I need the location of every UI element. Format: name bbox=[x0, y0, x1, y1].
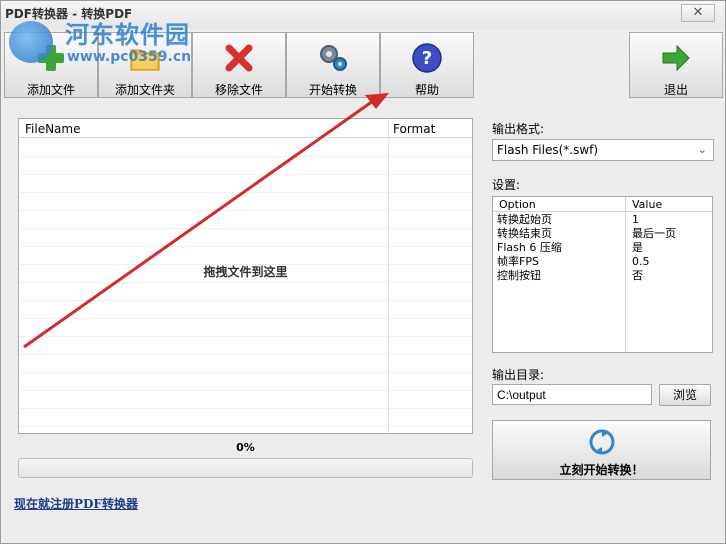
add-file-icon bbox=[38, 45, 64, 71]
settings-row[interactable]: 控制按钮 否 bbox=[493, 269, 712, 283]
option-column-header: Option bbox=[499, 198, 536, 211]
setting-option: Flash 6 压缩 bbox=[497, 241, 562, 254]
output-format-value: Flash Files(*.swf) bbox=[497, 143, 599, 157]
output-dir-label: 输出目录: bbox=[492, 368, 545, 382]
help-button[interactable]: ? 帮助 bbox=[380, 32, 474, 98]
grid-line bbox=[19, 318, 472, 319]
help-icon: ? bbox=[412, 43, 442, 73]
help-label: 帮助 bbox=[414, 83, 439, 97]
settings-row[interactable]: 转换结束页 最后一页 bbox=[493, 227, 712, 241]
grid-line bbox=[19, 210, 472, 211]
title-bar: PDF转换器 - 转换PDF ✕ bbox=[1, 1, 725, 29]
add-file-button[interactable]: 添加文件 bbox=[4, 32, 98, 98]
grid-line bbox=[19, 246, 472, 247]
format-column-header[interactable]: Format bbox=[393, 122, 435, 136]
settings-row[interactable]: 帧率FPS 0.5 bbox=[493, 255, 712, 269]
grid-line bbox=[19, 354, 472, 355]
setting-option: 转换结束页 bbox=[497, 227, 552, 240]
grid-line bbox=[19, 282, 472, 283]
output-format-label: 输出格式: bbox=[492, 122, 545, 136]
filename-column-header[interactable]: FileName bbox=[25, 122, 80, 136]
setting-value[interactable]: 1 bbox=[632, 213, 639, 227]
setting-value[interactable]: 最后一页 bbox=[632, 227, 676, 241]
file-list-header: FileName Format bbox=[19, 119, 472, 138]
grid-line bbox=[19, 336, 472, 337]
grid-line bbox=[19, 372, 472, 373]
app-window: PDF转换器 - 转换PDF ✕ 添加文件 添加文件夹 移除文件 开始转换 ? … bbox=[0, 0, 726, 544]
settings-row[interactable]: 转换起始页 1 bbox=[493, 213, 712, 227]
register-link[interactable]: 现在就注册PDF转换器 bbox=[14, 495, 138, 512]
setting-value[interactable]: 0.5 bbox=[632, 255, 650, 269]
remove-file-label: 移除文件 bbox=[214, 83, 263, 97]
exit-arrow-icon bbox=[662, 44, 690, 72]
add-folder-button[interactable]: 添加文件夹 bbox=[98, 32, 192, 98]
add-folder-icon bbox=[130, 49, 160, 71]
progress-bar bbox=[18, 458, 473, 478]
grid-line bbox=[19, 192, 472, 193]
grid-line bbox=[19, 300, 472, 301]
convert-refresh-icon bbox=[589, 429, 615, 455]
settings-grid-header: Option Value bbox=[493, 197, 712, 212]
setting-option: 转换起始页 bbox=[497, 213, 552, 226]
start-convert-label: 开始转换 bbox=[308, 83, 357, 97]
svg-text:?: ? bbox=[422, 48, 432, 69]
grid-line bbox=[19, 390, 472, 391]
settings-label: 设置: bbox=[492, 178, 521, 192]
start-now-label: 立刻开始转换！ bbox=[559, 463, 644, 477]
settings-row[interactable]: Flash 6 压缩 是 bbox=[493, 241, 712, 255]
grid-line bbox=[19, 426, 472, 427]
chevron-down-icon: ⌄ bbox=[697, 143, 707, 156]
remove-file-button[interactable]: 移除文件 bbox=[192, 32, 286, 98]
output-format-select[interactable]: Flash Files(*.swf) ⌄ bbox=[492, 139, 714, 161]
output-dir-input[interactable] bbox=[492, 384, 652, 405]
setting-option: 控制按钮 bbox=[497, 269, 541, 282]
grid-line bbox=[19, 156, 472, 157]
start-now-button[interactable]: 立刻开始转换！ bbox=[492, 420, 711, 480]
gears-icon bbox=[320, 45, 347, 71]
grid-line bbox=[19, 228, 472, 229]
exit-label: 退出 bbox=[663, 83, 688, 97]
add-folder-label: 添加文件夹 bbox=[114, 83, 175, 97]
drop-hint: 拖拽文件到这里 bbox=[203, 265, 288, 279]
window-title: PDF转换器 - 转换PDF bbox=[5, 7, 133, 21]
settings-grid[interactable]: Option Value 转换起始页 1 转换结束页 最后一页 Flash 6 … bbox=[492, 196, 713, 353]
setting-option: 帧率FPS bbox=[497, 255, 539, 268]
file-list[interactable]: FileName Format 拖拽文件到这里 bbox=[18, 118, 473, 434]
setting-value[interactable]: 否 bbox=[632, 269, 643, 283]
remove-icon bbox=[225, 44, 253, 72]
exit-button[interactable]: 退出 bbox=[629, 32, 723, 98]
grid-line bbox=[19, 408, 472, 409]
grid-line bbox=[19, 174, 472, 175]
setting-value[interactable]: 是 bbox=[632, 241, 643, 255]
value-column-header: Value bbox=[632, 198, 663, 211]
browse-button[interactable]: 浏览 bbox=[659, 384, 711, 406]
start-convert-button[interactable]: 开始转换 bbox=[286, 32, 380, 98]
add-file-label: 添加文件 bbox=[26, 83, 75, 97]
progress-text: 0% bbox=[236, 441, 255, 454]
close-button[interactable]: ✕ bbox=[681, 4, 715, 22]
